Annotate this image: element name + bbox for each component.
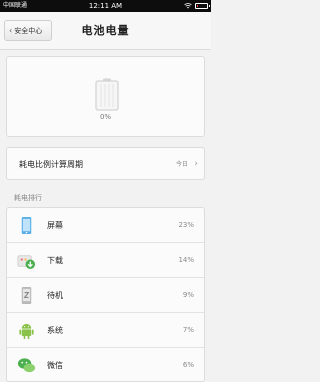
item-name: 待机 <box>47 291 63 300</box>
item-percent: 14% <box>178 256 194 264</box>
item-percent: 6% <box>182 361 194 369</box>
item-name: 下载 <box>47 256 63 265</box>
battery-level-icon <box>95 78 119 111</box>
list-item-system[interactable]: 系统 7% <box>7 313 204 348</box>
item-percent: 7% <box>182 326 194 334</box>
calc-period-row[interactable]: 耗电比例计算周期 今日 › <box>6 147 205 180</box>
item-percent: 23% <box>178 221 194 229</box>
list-item-screen[interactable]: 屏幕 23% <box>7 208 204 243</box>
battery-percent: 0% <box>99 113 112 121</box>
clock: 12:11 AM <box>88 2 123 10</box>
status-bar: 中国联通 12:11 AM <box>0 0 211 12</box>
chevron-right-icon: › <box>194 159 198 169</box>
calc-period-label: 耗电比例计算周期 <box>19 160 83 169</box>
list-item-standby[interactable]: 待机 9% <box>7 278 204 313</box>
list-item-download[interactable]: 下载 14% <box>7 243 204 278</box>
list-item-wechat[interactable]: 微信 6% <box>7 348 204 381</box>
wechat-icon <box>17 358 36 373</box>
battery-card: 0% <box>6 56 205 137</box>
back-button[interactable]: ‹ 安全中心 <box>4 20 52 41</box>
android-icon <box>19 323 34 340</box>
item-name: 微信 <box>47 361 63 370</box>
wifi-icon <box>184 3 192 9</box>
ranking-section-title: 耗电排行 <box>14 194 42 202</box>
standby-icon <box>21 286 32 305</box>
status-battery-icon <box>195 3 210 9</box>
status-icons <box>184 0 210 12</box>
calc-period-value: 今日 <box>175 161 188 168</box>
screen-icon <box>21 216 32 235</box>
chevron-left-icon: ‹ <box>9 26 13 35</box>
download-icon <box>17 255 36 270</box>
app-header: 电池电量 ‹ 安全中心 <box>0 12 211 50</box>
item-name: 系统 <box>47 326 63 335</box>
back-button-label: 安全中心 <box>14 26 43 35</box>
item-percent: 9% <box>182 291 194 299</box>
consumption-ranking-list: 屏幕 23% 下载 14% 待机 9% 系统 7% 微信 6% <box>6 207 205 382</box>
item-name: 屏幕 <box>47 221 63 230</box>
